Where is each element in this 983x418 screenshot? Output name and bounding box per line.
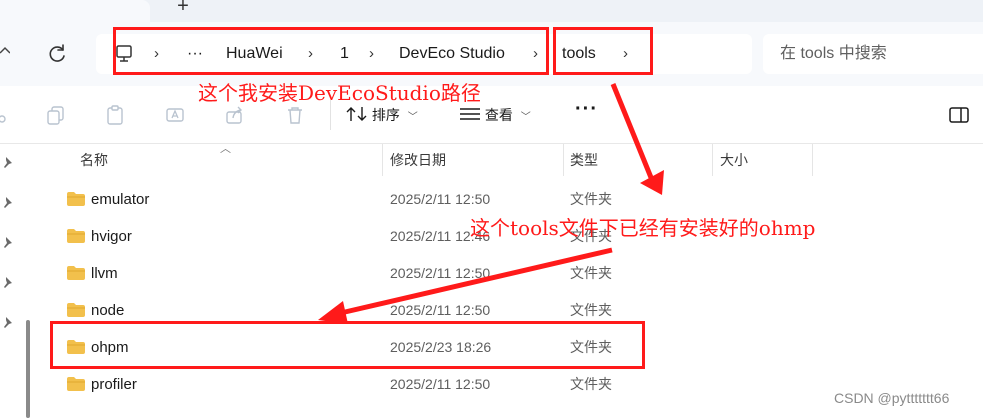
pin-icon[interactable] bbox=[2, 276, 14, 290]
column-divider[interactable] bbox=[812, 144, 813, 176]
file-date: 2025/2/11 12:50 bbox=[390, 376, 491, 392]
file-name: hvigor bbox=[91, 228, 132, 245]
pin-icon[interactable] bbox=[2, 196, 14, 210]
file-row-llvm[interactable]: llvm 2025/2/11 12:50 文件夹 bbox=[50, 255, 650, 292]
column-header-size[interactable]: 大小 bbox=[720, 144, 748, 176]
folder-icon bbox=[67, 229, 85, 243]
up-arrow-icon[interactable] bbox=[0, 40, 12, 62]
view-label: 查看 bbox=[484, 107, 513, 123]
file-name: profiler bbox=[91, 376, 137, 393]
folder-icon bbox=[67, 377, 85, 391]
navigation-pane bbox=[0, 144, 40, 418]
column-header-type[interactable]: 类型 bbox=[570, 144, 598, 176]
more-options-button[interactable]: ··· bbox=[575, 98, 598, 121]
pin-icon[interactable] bbox=[2, 236, 14, 250]
path-highlight-box bbox=[113, 27, 549, 75]
file-type: 文件夹 bbox=[570, 376, 612, 392]
file-name: llvm bbox=[91, 265, 118, 282]
tab-strip: + bbox=[0, 0, 983, 22]
search-placeholder: 在 tools 中搜索 bbox=[780, 45, 887, 62]
csdn-watermark: CSDN @pyttttttt66 bbox=[834, 390, 950, 406]
active-tab[interactable] bbox=[0, 0, 150, 22]
details-pane-icon[interactable] bbox=[948, 104, 970, 126]
column-divider[interactable] bbox=[563, 144, 564, 176]
paste-icon[interactable] bbox=[104, 104, 126, 126]
copy-icon[interactable] bbox=[45, 104, 67, 126]
column-divider[interactable] bbox=[382, 144, 383, 176]
sort-icon bbox=[346, 107, 367, 121]
file-date: 2025/2/11 12:50 bbox=[390, 265, 491, 281]
pin-icon[interactable] bbox=[2, 316, 14, 330]
sort-label: 排序 bbox=[371, 107, 400, 123]
chevron-down-icon: ﹀ bbox=[407, 112, 418, 123]
path-annotation: 这个我安装DevEcoStudio路径 bbox=[198, 81, 481, 105]
pin-icon[interactable] bbox=[2, 156, 14, 170]
tools-annotation: 这个tools文件下已经有安装好的ohmp bbox=[470, 216, 816, 240]
folder-icon bbox=[67, 303, 85, 317]
chevron-down-icon: ﹀ bbox=[520, 112, 531, 123]
column-header-name[interactable]: 名称 bbox=[80, 144, 108, 176]
file-name: emulator bbox=[91, 191, 150, 208]
command-bar: 排序 ﹀ 查看 ﹀ ··· bbox=[0, 86, 983, 144]
file-type: 文件夹 bbox=[570, 265, 612, 281]
share-icon[interactable] bbox=[224, 104, 246, 126]
folder-icon bbox=[67, 266, 85, 280]
sort-ascending-icon: ︿ bbox=[220, 143, 231, 155]
cut-icon[interactable] bbox=[0, 104, 14, 126]
column-header-date[interactable]: 修改日期 bbox=[390, 144, 446, 176]
file-row-profiler[interactable]: profiler 2025/2/11 12:50 文件夹 bbox=[50, 366, 650, 403]
new-tab-button[interactable]: + bbox=[172, 0, 194, 18]
ohpm-highlight-box bbox=[50, 321, 645, 369]
rename-icon[interactable] bbox=[164, 104, 186, 126]
column-divider[interactable] bbox=[712, 144, 713, 176]
search-input[interactable]: 在 tools 中搜索 bbox=[763, 34, 983, 74]
tools-highlight-box bbox=[553, 27, 653, 75]
view-icon bbox=[460, 108, 480, 120]
delete-icon[interactable] bbox=[284, 104, 306, 126]
refresh-icon[interactable] bbox=[44, 41, 70, 67]
nav-scrollbar[interactable] bbox=[26, 320, 30, 418]
folder-icon bbox=[67, 192, 85, 206]
